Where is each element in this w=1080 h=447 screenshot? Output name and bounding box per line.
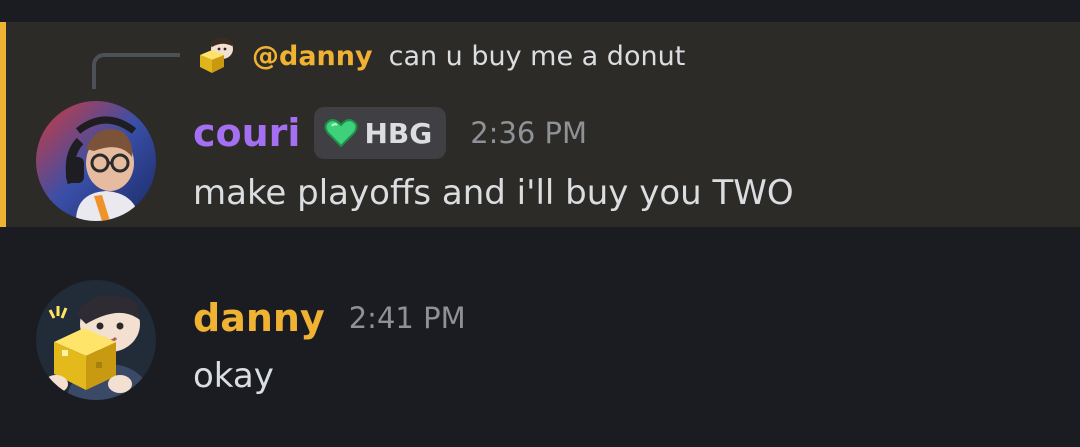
username-danny[interactable]: danny bbox=[193, 296, 325, 340]
avatar-couri[interactable] bbox=[36, 101, 156, 221]
message-content: okay bbox=[193, 356, 274, 396]
reply-mention[interactable]: @danny bbox=[252, 41, 373, 72]
message-header-danny: danny 2:41 PM bbox=[193, 296, 466, 340]
avatar-danny[interactable] bbox=[36, 280, 156, 400]
server-tag-label: HBG bbox=[364, 116, 433, 150]
username-couri[interactable]: couri bbox=[193, 111, 300, 155]
server-tag-badge[interactable]: HBG bbox=[314, 107, 447, 159]
timestamp[interactable]: 2:36 PM bbox=[470, 116, 587, 150]
message-content: make playoffs and i'll buy you TWO bbox=[193, 173, 794, 213]
reply-connector-line bbox=[92, 53, 180, 89]
green-heart-icon bbox=[324, 119, 358, 148]
timestamp[interactable]: 2:41 PM bbox=[349, 301, 466, 335]
reply-preview[interactable]: @danny can u buy me a donut bbox=[252, 34, 685, 78]
message-header-couri: couri HBG 2:36 PM bbox=[193, 107, 587, 159]
reply-avatar[interactable] bbox=[194, 33, 238, 77]
mention-highlight-bar bbox=[0, 22, 6, 227]
reply-text: can u buy me a donut bbox=[388, 40, 686, 72]
